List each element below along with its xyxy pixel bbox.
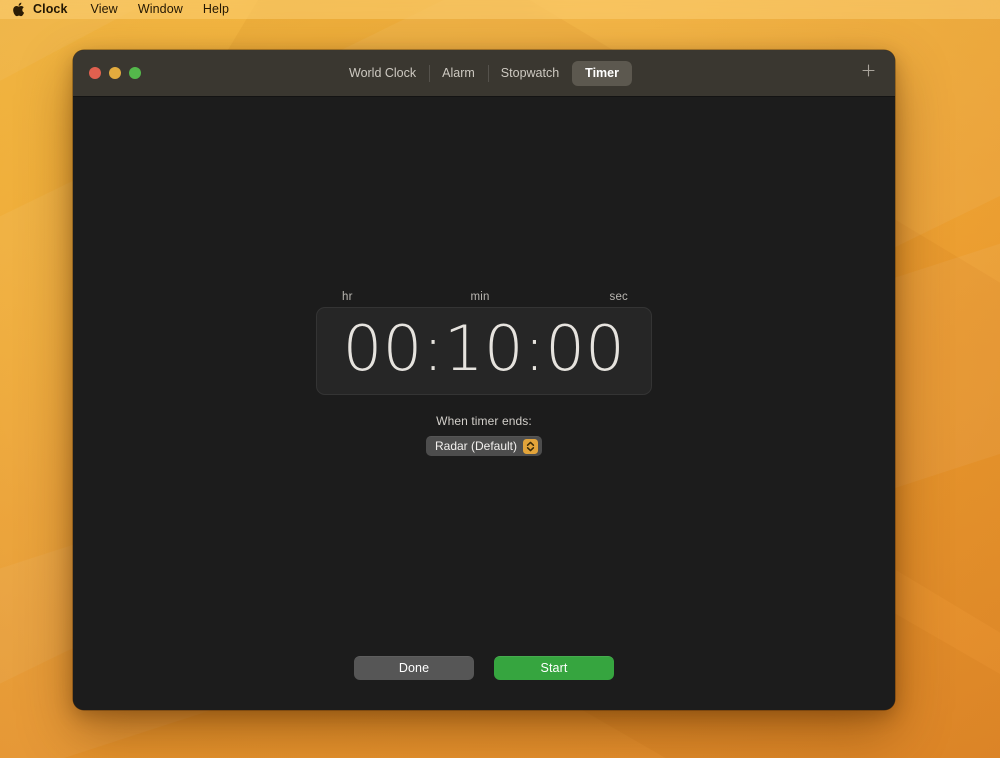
label-hours: hr [342,291,353,303]
menu-item-window[interactable]: Window [128,0,193,19]
timer-sound-select[interactable]: Radar (Default) [426,436,542,456]
desktop: Clock View Window Help World Clock Alarm… [0,0,1000,758]
close-button[interactable] [89,67,101,79]
plus-icon [861,63,876,83]
menu-item-help[interactable]: Help [193,0,239,19]
unit-labels: hr min sec [316,291,652,303]
timer-duration-value: 00:10:00 [343,318,625,384]
add-timer-button[interactable] [855,61,881,85]
tab-stopwatch[interactable]: Stopwatch [488,61,572,86]
traffic-lights [73,67,141,79]
zoom-button[interactable] [129,67,141,79]
timer-duration-field[interactable]: 00:10:00 [316,307,652,395]
menu-item-view[interactable]: View [81,0,128,19]
apple-logo-icon[interactable] [11,2,25,18]
minimize-button[interactable] [109,67,121,79]
tab-world-clock[interactable]: World Clock [336,61,429,86]
window-titlebar: World Clock Alarm Stopwatch Timer [73,50,895,97]
clock-window: World Clock Alarm Stopwatch Timer hr mi [73,50,895,710]
start-button[interactable]: Start [494,656,614,680]
tab-alarm[interactable]: Alarm [429,61,488,86]
action-buttons: Done Start [73,656,895,680]
menu-bar: Clock View Window Help [0,0,1000,19]
menu-item-clock[interactable]: Clock [33,0,81,19]
label-seconds: sec [610,291,629,303]
done-button[interactable]: Done [354,656,474,680]
chevron-up-down-icon [523,439,538,454]
label-minutes: min [471,291,490,303]
when-timer-ends-label: When timer ends: [436,414,532,428]
tab-timer[interactable]: Timer [572,61,632,86]
timer-setup-area: hr min sec 00:10:00 When timer ends: Rad… [73,291,895,456]
timer-sound-value: Radar (Default) [435,439,517,453]
timer-panel: hr min sec 00:10:00 When timer ends: Rad… [73,97,895,710]
tab-group: World Clock Alarm Stopwatch Timer [336,61,632,86]
